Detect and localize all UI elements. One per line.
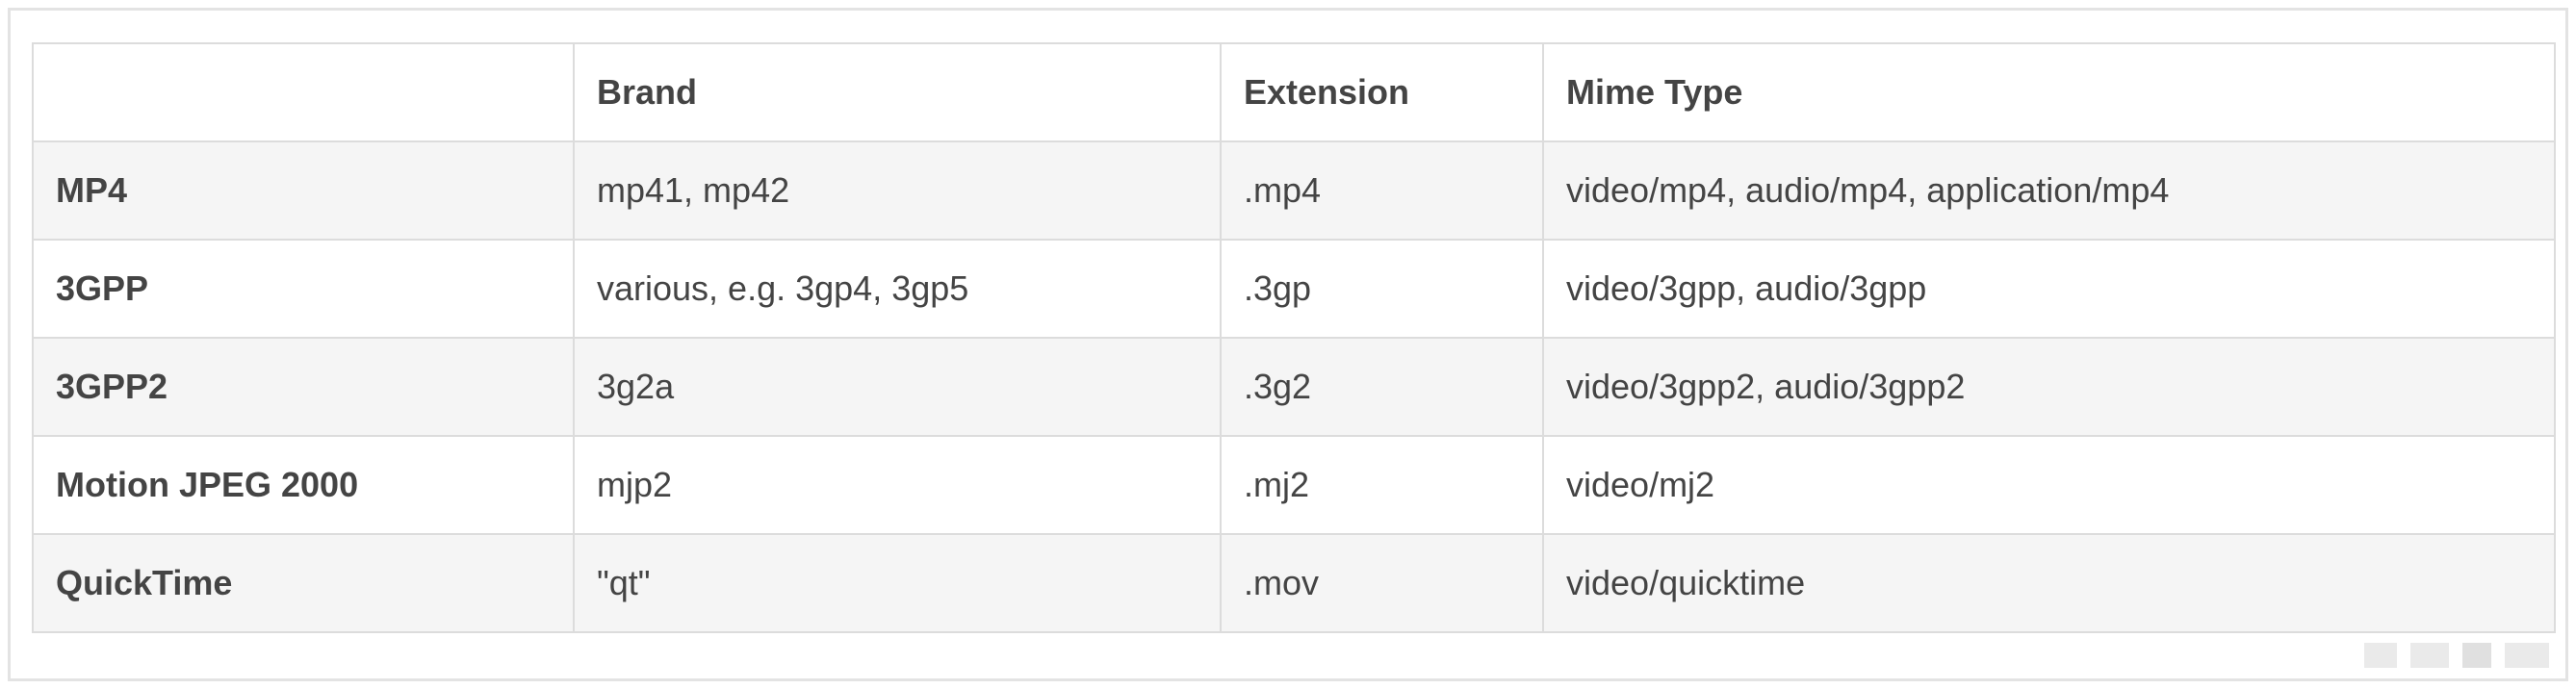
format-name: 3GPP	[32, 239, 575, 339]
format-name: QuickTime	[32, 533, 575, 633]
table-row: Motion JPEG 2000 mjp2 .mj2 video/mj2	[32, 435, 2556, 535]
mime-type-cell: video/mj2	[1542, 435, 2556, 535]
brand-cell: 3g2a	[573, 337, 1222, 437]
container-formats-table: Brand Extension Mime Type MP4 mp41, mp42…	[32, 42, 2556, 633]
extension-cell: .mov	[1220, 533, 1544, 633]
mime-type-cell: video/mp4, audio/mp4, application/mp4	[1542, 140, 2556, 241]
mime-type-cell: video/quicktime	[1542, 533, 2556, 633]
brand-cell: "qt"	[573, 533, 1222, 633]
brand-cell: various, e.g. 3gp4, 3gp5	[573, 239, 1222, 339]
extension-cell: .mj2	[1220, 435, 1544, 535]
table-row: 3GPP2 3g2a .3g2 video/3gpp2, audio/3gpp2	[32, 337, 2556, 437]
extension-cell: .3gp	[1220, 239, 1544, 339]
extension-cell: .mp4	[1220, 140, 1544, 241]
header-mime-type: Mime Type	[1542, 42, 2556, 142]
header-brand: Brand	[573, 42, 1222, 142]
table-row: MP4 mp41, mp42 .mp4 video/mp4, audio/mp4…	[32, 140, 2556, 241]
extension-cell: .3g2	[1220, 337, 1544, 437]
brand-cell: mp41, mp42	[573, 140, 1222, 241]
table-header-row: Brand Extension Mime Type	[32, 42, 2556, 142]
format-name: Motion JPEG 2000	[32, 435, 575, 535]
format-name: MP4	[32, 140, 575, 241]
table-row: QuickTime "qt" .mov video/quicktime	[32, 533, 2556, 633]
table-row: 3GPP various, e.g. 3gp4, 3gp5 .3gp video…	[32, 239, 2556, 339]
watermark	[2364, 643, 2549, 668]
header-extension: Extension	[1220, 42, 1544, 142]
header-empty	[32, 42, 575, 142]
format-name: 3GPP2	[32, 337, 575, 437]
mime-type-cell: video/3gpp, audio/3gpp	[1542, 239, 2556, 339]
mime-type-cell: video/3gpp2, audio/3gpp2	[1542, 337, 2556, 437]
brand-cell: mjp2	[573, 435, 1222, 535]
